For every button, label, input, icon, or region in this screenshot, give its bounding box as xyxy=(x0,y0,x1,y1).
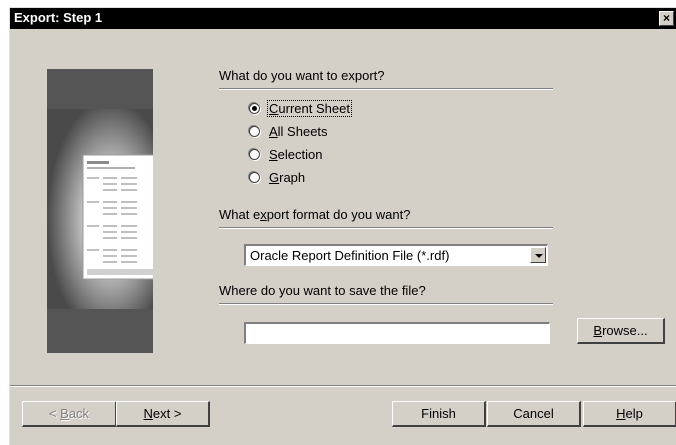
radio-label: Current Sheet xyxy=(267,99,352,117)
close-button[interactable]: × xyxy=(659,11,674,26)
radio-label: Selection xyxy=(269,146,323,162)
close-icon: × xyxy=(662,11,670,25)
help-button[interactable]: Help xyxy=(583,401,676,427)
back-button[interactable]: < Back xyxy=(22,401,117,427)
chevron-down-icon[interactable] xyxy=(530,247,546,263)
save-path-input[interactable] xyxy=(244,322,550,344)
export-format-label: What export format do you want? xyxy=(219,207,411,222)
section-divider xyxy=(219,303,553,305)
radio-graph[interactable]: Graph xyxy=(249,168,306,186)
save-location-label: Where do you want to save the file? xyxy=(219,283,426,298)
footer-divider xyxy=(10,385,676,387)
section-divider xyxy=(219,88,553,90)
section-divider xyxy=(219,227,553,229)
radio-button[interactable] xyxy=(249,148,260,160)
radio-label: All Sheets xyxy=(269,123,328,139)
radio-selection[interactable]: Selection xyxy=(249,145,323,163)
radio-label: Graph xyxy=(269,169,306,185)
finish-button[interactable]: Finish xyxy=(392,401,486,427)
export-format-select[interactable]: Oracle Report Definition File (*.rdf) xyxy=(244,244,548,266)
export-dialog: Export: Step 1 × What do you want to exp… xyxy=(9,7,676,445)
title-bar[interactable]: Export: Step 1 × xyxy=(10,8,676,29)
export-what-label: What do you want to export? xyxy=(219,68,385,83)
window-title: Export: Step 1 xyxy=(14,10,103,25)
radio-current-sheet[interactable]: Current Sheet xyxy=(249,99,352,117)
document-icon xyxy=(82,154,153,280)
radio-all-sheets[interactable]: All Sheets xyxy=(249,122,329,140)
radio-button[interactable] xyxy=(249,125,260,137)
format-selected-value: Oracle Report Definition File (*.rdf) xyxy=(250,248,450,263)
next-button[interactable]: Next > xyxy=(116,401,210,427)
radio-button[interactable] xyxy=(249,171,260,183)
browse-button[interactable]: Browse... xyxy=(577,318,665,344)
radio-button[interactable] xyxy=(249,102,260,114)
wizard-illustration xyxy=(47,69,153,353)
cancel-button[interactable]: Cancel xyxy=(487,401,581,427)
